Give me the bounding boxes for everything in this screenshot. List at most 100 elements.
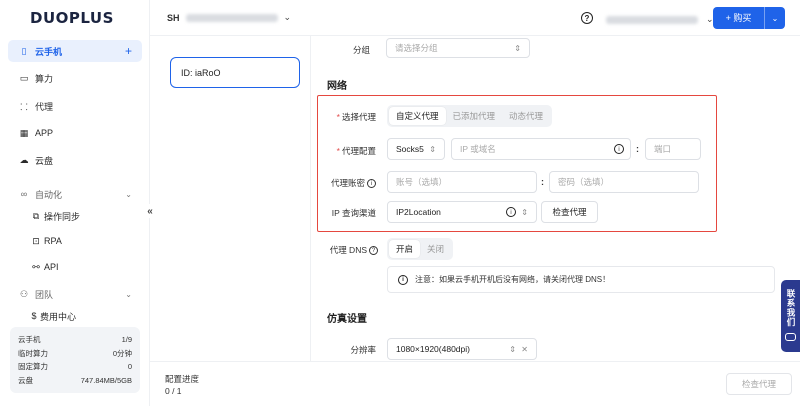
stat-row: 固定算力 0 <box>18 362 132 372</box>
select-arrows-icon: ⇕ <box>514 43 521 53</box>
dollar-icon: $ <box>31 311 37 321</box>
sidebar-item-label: RPA <box>44 236 62 246</box>
proxy-username-input[interactable]: 账号（选填） <box>387 171 537 193</box>
sidebar-item-cloud-phone[interactable]: ▯ 云手机 + <box>8 40 142 62</box>
footer-bar: 配置进度 0 / 1 检查代理 <box>150 361 800 406</box>
sidebar-item-label: APP <box>35 128 54 138</box>
robot-icon: ⊡ <box>32 235 40 246</box>
device-id: ID: iaRoO <box>181 67 221 78</box>
group-label: 分组 <box>352 45 370 55</box>
tab-added-proxy[interactable]: 已添加代理 <box>446 107 503 125</box>
sidebar-group-label: 自动化 <box>35 189 63 200</box>
progress-label: 配置进度 <box>165 374 200 384</box>
config-panel <box>310 36 800 361</box>
sidebar-group-team[interactable]: ⚇ 团队 ⌄ <box>8 283 142 305</box>
footer-check-proxy-button[interactable]: 检查代理 <box>726 373 792 395</box>
contact-us-label: 联系我们 <box>786 289 796 327</box>
stat-row: 云手机 1/9 <box>18 335 132 345</box>
dns-on-option[interactable]: 开启 <box>389 240 421 258</box>
stat-row: 云盘 747.84MB/5GB <box>18 375 132 385</box>
progress-value: 0 / 1 <box>165 386 182 396</box>
sidebar-item-rpa[interactable]: ⊡ RPA <box>8 230 142 252</box>
sidebar-group-automation[interactable]: ∞ 自动化 ⌄ <box>8 183 142 205</box>
device-card[interactable]: ID: iaRoO <box>170 57 300 88</box>
stat-row: 临时算力 0分钟 <box>18 348 132 358</box>
sidebar-item-label: API <box>44 262 59 272</box>
sidebar-item-label: 费用中心 <box>40 311 77 322</box>
chat-icon <box>785 333 796 341</box>
sidebar-item-label: 算力 <box>35 73 54 84</box>
ip-channel-label: IP 查询渠道 <box>331 208 376 218</box>
sidebar-item-billing[interactable]: $ 费用中心 <box>8 305 142 327</box>
api-icon: ⚯ <box>32 261 40 272</box>
sidebar-item-proxy[interactable]: ⸬ 代理 <box>8 95 142 117</box>
resolution-label: 分辨率 <box>350 345 376 355</box>
proxy-dns-label: 代理 DNS? <box>320 244 378 256</box>
clear-icon[interactable]: ✕ <box>521 345 528 354</box>
cloud-icon: ☁ <box>19 154 29 165</box>
info-icon: i <box>398 274 408 285</box>
tab-custom-proxy[interactable]: 自定义代理 <box>389 107 446 125</box>
sidebar-item-app[interactable]: ▦ APP <box>8 122 142 144</box>
buy-dropdown-chevron-icon[interactable]: ⌄ <box>765 14 785 23</box>
chevron-down-icon: ⌄ <box>125 189 132 199</box>
select-arrows-icon: ⇕ <box>429 144 436 154</box>
contact-us-tab[interactable]: 联系我们 <box>781 280 800 352</box>
proxy-type-tabs: 自定义代理 已添加代理 动态代理 <box>387 105 553 127</box>
help-icon[interactable]: ? <box>581 12 593 24</box>
proxy-select-label: * 选择代理 <box>336 112 376 122</box>
user-name-redacted <box>606 15 698 24</box>
duoplus-logo[interactable]: DUOPLUS <box>30 9 114 27</box>
team-icon: ⚇ <box>19 288 29 299</box>
monitor-icon: ▭ <box>19 72 29 83</box>
info-icon: i <box>506 207 516 218</box>
sidebar-item-api[interactable]: ⚯ API <box>8 256 142 278</box>
info-icon: i <box>614 144 624 155</box>
group-select[interactable]: 请选择分组 ⇕ <box>386 38 530 58</box>
sidebar: DUOPLUS ▯ 云手机 + ▭ 算力 ⸬ 代理 ▦ APP ☁ 云盘 ∞ 自… <box>0 0 150 406</box>
colon-separator: : <box>636 144 639 154</box>
network-section-title: 网络 <box>327 81 347 92</box>
ip-channel-select[interactable]: IP2Location i ⇕ <box>387 201 537 223</box>
check-proxy-button[interactable]: 检查代理 <box>541 201 598 223</box>
sidebar-group-label: 团队 <box>35 289 54 300</box>
dns-off-option[interactable]: 关闭 <box>420 240 451 258</box>
simulation-section-title: 仿真设置 <box>327 314 367 325</box>
user-menu[interactable]: ⌄ <box>606 14 714 25</box>
help-icon[interactable]: ? <box>369 246 378 256</box>
proxy-account-label: 代理账密 i <box>318 177 376 189</box>
proxy-port-input[interactable]: 端口 <box>645 138 701 160</box>
proxy-password-input[interactable]: 密码（选填） <box>549 171 699 193</box>
chevron-down-icon: ⌄ <box>283 12 292 22</box>
project-name-redacted <box>185 13 278 22</box>
project-code: SH <box>167 12 180 23</box>
sidebar-item-cloud-disk[interactable]: ☁ 云盘 <box>8 149 142 171</box>
select-arrows-icon: ⇕ <box>521 207 528 217</box>
phone-icon: ▯ <box>21 45 27 56</box>
sidebar-item-label: 云手机 <box>35 46 63 57</box>
sidebar-item-compute[interactable]: ▭ 算力 <box>8 67 142 89</box>
colon-separator: : <box>541 177 544 187</box>
sidebar-item-label: 代理 <box>35 101 54 112</box>
top-header: SH ⌄ ? ⌄ + 购买 ⌄ <box>150 0 800 36</box>
dns-notice: i 注意：如果云手机开机后没有网络，请关闭代理 DNS！ <box>387 266 775 293</box>
proxy-config-label: * 代理配置 <box>336 146 376 156</box>
buy-button[interactable]: + 购买 <box>713 7 765 29</box>
protocol-select[interactable]: Socks5 ⇕ <box>387 138 445 160</box>
dns-toggle: 开启 关闭 <box>387 238 454 260</box>
tab-dynamic-proxy[interactable]: 动态代理 <box>502 107 550 125</box>
proxy-host-input[interactable]: IP 或域名 i <box>451 138 631 160</box>
usage-stats: 云手机 1/9 临时算力 0分钟 固定算力 0 云盘 747.84MB/5GB <box>10 327 140 393</box>
add-icon[interactable]: + <box>125 44 132 58</box>
sidebar-item-label: 云盘 <box>35 155 54 166</box>
project-selector[interactable]: SH ⌄ <box>167 12 291 23</box>
chevron-down-icon: ⌄ <box>125 289 132 299</box>
grid-icon: ▦ <box>19 127 29 138</box>
infinity-icon: ∞ <box>20 189 28 199</box>
buy-button-group: + 购买 ⌄ <box>713 7 785 29</box>
sync-icon: ⧉ <box>32 210 40 221</box>
info-icon[interactable]: i <box>367 179 376 189</box>
sidebar-item-sync[interactable]: ⧉ 操作同步 <box>8 205 142 227</box>
collapse-sidebar-button[interactable]: « <box>144 204 156 218</box>
resolution-select[interactable]: 1080×1920(480dpi) ⇕ ✕ <box>387 338 537 360</box>
